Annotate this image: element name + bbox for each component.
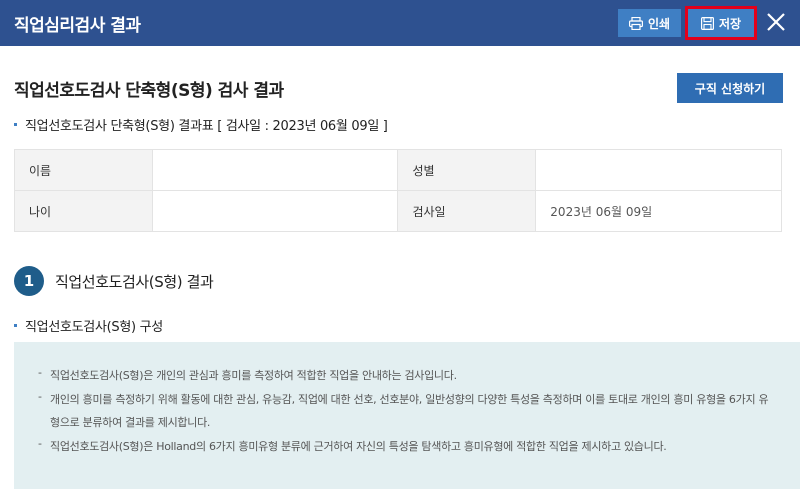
section-number-badge: 1 [14, 266, 44, 296]
gender-value [535, 149, 782, 191]
bullet-square-icon [14, 123, 17, 126]
info-table: 이름 성별 나이 검사일 2023년 06월 09일 [14, 149, 782, 232]
table-row: 이름 성별 [14, 149, 782, 191]
printer-icon [628, 16, 643, 30]
description-box: 직업선호도검사(S형)은 개인의 관심과 흥미를 측정하여 적합한 직업을 안내… [14, 342, 800, 489]
list-item: 개인의 흥미를 측정하기 위해 활동에 대한 관심, 유능감, 직업에 대한 선… [38, 385, 778, 434]
modal-title: 직업심리검사 결과 [14, 16, 141, 36]
date-value: 2023년 06월 09일 [535, 190, 782, 232]
date-label: 검사일 [397, 190, 537, 232]
page-title: 직업선호도검사 단축형(S형) 검사 결과 [14, 81, 284, 101]
print-button[interactable]: 인쇄 [618, 9, 681, 37]
list-item: 직업선호도검사(S형)은 Holland의 6가지 흥미유형 분류에 근거하여 … [38, 432, 778, 458]
section-sub-heading-text: 직업선호도검사(S형) 구성 [25, 320, 163, 335]
section-title: 직업선호도검사(S형) 결과 [55, 272, 214, 291]
result-table-heading-text: 직업선호도검사 단축형(S형) 결과표 [ 검사일 : 2023년 06월 09… [25, 119, 388, 134]
section-sub-heading: 직업선호도검사(S형) 구성 [14, 316, 163, 335]
age-value [151, 190, 399, 232]
list-item: 직업선호도검사(S형)은 개인의 관심과 흥미를 측정하여 적합한 직업을 안내… [38, 361, 778, 387]
name-value [151, 149, 399, 191]
apply-job-button[interactable]: 구직 신청하기 [677, 73, 783, 103]
section-heading: 1 직업선호도검사(S형) 결과 [14, 266, 214, 296]
table-row: 나이 검사일 2023년 06월 09일 [14, 190, 782, 232]
name-label: 이름 [14, 149, 153, 191]
result-table-heading: 직업선호도검사 단축형(S형) 결과표 [ 검사일 : 2023년 06월 09… [14, 115, 388, 134]
bullet-square-icon [14, 324, 17, 327]
save-label: 저장 [718, 16, 742, 31]
age-label: 나이 [14, 190, 153, 232]
modal-header: 직업심리검사 결과 인쇄 저장 [0, 0, 800, 46]
print-label: 인쇄 [647, 16, 671, 31]
close-icon[interactable] [764, 10, 788, 34]
gender-label: 성별 [397, 149, 537, 191]
save-button[interactable]: 저장 [685, 6, 757, 40]
save-icon [700, 16, 714, 30]
